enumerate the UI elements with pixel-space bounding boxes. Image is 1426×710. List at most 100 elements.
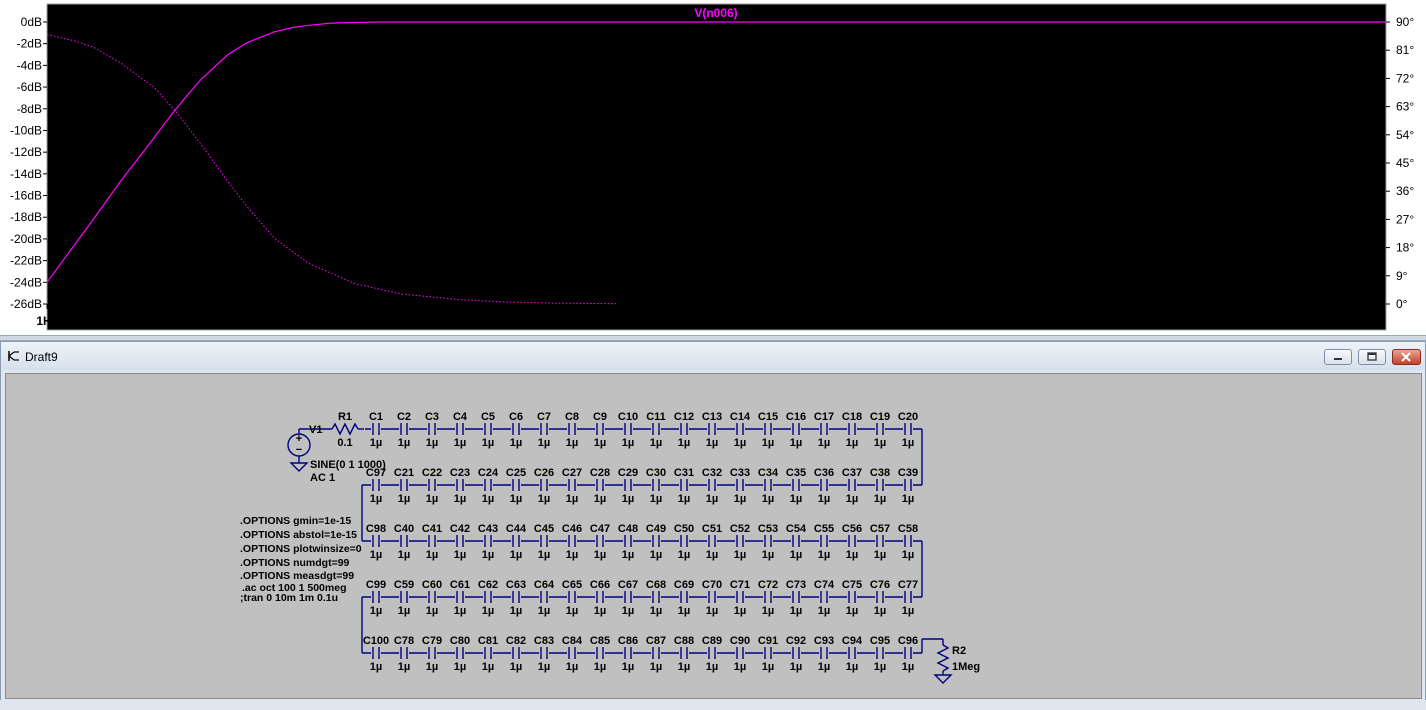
capacitor-value: 1µ: [426, 605, 438, 617]
schematic-window[interactable]: Draft9 C1 1µ C2 1µ C3 1µ C4 1µ C5 1µ C6 1µ C7 1µ C8 1µ C…: [0, 341, 1426, 710]
capacitor-value: 1µ: [622, 437, 634, 449]
capacitor-value: 1µ: [734, 437, 746, 449]
capacitor-name: C68: [646, 579, 666, 591]
capacitor-name: C69: [674, 579, 694, 591]
capacitor-value: 1µ: [846, 437, 858, 449]
trace-legend-label: V(n006): [694, 6, 737, 20]
x-tick-label: 10KHz: [644, 314, 681, 328]
restore-icon: [1367, 352, 1377, 361]
capacitor-name: C64: [534, 579, 555, 591]
y-left-tick-label: -14dB: [10, 167, 42, 181]
window-title: Draft9: [25, 350, 58, 364]
capacitor-value: 1µ: [678, 605, 690, 617]
x-tick-label: 1MHz: [955, 314, 986, 328]
capacitor-name: C85: [590, 635, 610, 647]
spice-directive: .OPTIONS abstol=1e-15: [240, 529, 357, 541]
capacitor-value: 1µ: [538, 493, 550, 505]
capacitor-value: 1µ: [874, 493, 886, 505]
capacitor-value: 1µ: [734, 661, 746, 673]
capacitor-name: C55: [814, 523, 834, 535]
bode-plot[interactable]: 0dB -2dB -4dB -6dB -8dB -10dB -12dB -14dB -16dB -…: [0, 0, 1426, 335]
capacitor-value: 1µ: [454, 549, 466, 561]
y-left-tick-label: -18dB: [10, 210, 42, 224]
capacitor-name: C17: [814, 411, 834, 423]
capacitor-name: C34: [758, 467, 779, 479]
capacitor-name: C23: [450, 467, 470, 479]
y-left-tick-label: -12dB: [10, 145, 42, 159]
capacitor-name: C70: [702, 579, 722, 591]
y-right-tick-label: 81°: [1396, 43, 1414, 57]
capacitor-value: 1µ: [566, 605, 578, 617]
schematic-titlebar[interactable]: Draft9: [1, 342, 1425, 370]
x-tick-label: 10MHz: [1105, 314, 1143, 328]
capacitor-name: C51: [702, 523, 722, 535]
waveform-viewer[interactable]: 0dB -2dB -4dB -6dB -8dB -10dB -12dB -14dB -16dB -…: [0, 0, 1426, 335]
capacitor-name: C94: [842, 635, 863, 647]
resistor-name: R2: [952, 645, 966, 657]
capacitor-name: C57: [870, 523, 890, 535]
capacitor-name: C75: [842, 579, 862, 591]
source-minus-sign: −: [296, 444, 302, 456]
capacitor-name: C78: [394, 635, 414, 647]
capacitor-value: 1µ: [370, 605, 382, 617]
capacitor-value: 1µ: [482, 605, 494, 617]
schematic-canvas[interactable]: C1 1µ C2 1µ C3 1µ C4 1µ C5 1µ C6 1µ C7 1µ C8 1µ C9 1µ C10 1…: [5, 373, 1422, 699]
capacitor-value: 1µ: [678, 549, 690, 561]
capacitor-name: C43: [478, 523, 498, 535]
x-tick-label: 10Hz: [187, 314, 215, 328]
capacitor-name: C66: [590, 579, 610, 591]
capacitor-value: 1µ: [566, 661, 578, 673]
capacitor-name: C22: [422, 467, 442, 479]
capacitor-name: C25: [506, 467, 526, 479]
spice-directive: .OPTIONS plotwinsize=0: [240, 543, 362, 555]
capacitor-value: 1µ: [902, 549, 914, 561]
capacitor-name: C6: [509, 411, 523, 423]
capacitor-value: 1µ: [510, 661, 522, 673]
x-tick-label: 100Hz: [338, 314, 373, 328]
capacitor-name: C48: [618, 523, 638, 535]
capacitor-name: C98: [366, 523, 386, 535]
capacitor-name: C44: [506, 523, 527, 535]
capacitor-name: C61: [450, 579, 470, 591]
capacitor-name: C58: [898, 523, 918, 535]
capacitor-value: 1µ: [398, 661, 410, 673]
capacitor-value: 1µ: [818, 661, 830, 673]
capacitor-name: C52: [730, 523, 750, 535]
capacitor-value: 1µ: [678, 493, 690, 505]
capacitor-value: 1µ: [594, 549, 606, 561]
capacitor-name: C47: [590, 523, 610, 535]
capacitor-name: C100: [363, 635, 389, 647]
close-button[interactable]: [1392, 349, 1421, 365]
capacitor-name: C91: [758, 635, 778, 647]
capacitor-name: C87: [646, 635, 666, 647]
capacitor-value: 1µ: [706, 605, 718, 617]
capacitor-value: 1µ: [902, 493, 914, 505]
y-left-tick-label: -4dB: [17, 58, 42, 72]
capacitor-value: 1µ: [818, 437, 830, 449]
schematic-drawing[interactable]: C1 1µ C2 1µ C3 1µ C4 1µ C5 1µ C6 1µ C7 1µ C8 1µ C9 1µ C10 1…: [6, 374, 1421, 698]
source-value: SINE(0 1 1000): [310, 459, 386, 471]
capacitor-name: C89: [702, 635, 722, 647]
capacitor-name: C5: [481, 411, 495, 423]
y-right-tick-label: 90°: [1396, 15, 1414, 29]
capacitor-name: C39: [898, 467, 918, 479]
x-tick-label: 100KHz: [795, 314, 838, 328]
y-right-tick-label: 18°: [1396, 241, 1414, 255]
y-left-tick-label: -20dB: [10, 232, 42, 246]
capacitor-value: 1µ: [678, 437, 690, 449]
capacitor-name: C59: [394, 579, 414, 591]
y-right-tick-label: 63°: [1396, 100, 1414, 114]
minimize-button[interactable]: [1324, 349, 1352, 365]
capacitor-name: C13: [702, 411, 722, 423]
capacitor-name: C29: [618, 467, 638, 479]
x-tick-label: 100MHz: [1256, 314, 1301, 328]
capacitor-value: 1µ: [370, 493, 382, 505]
spice-directive: ;tran 0 10m 1m 0.1u: [240, 592, 338, 604]
capacitor-name: C86: [618, 635, 638, 647]
capacitor-name: C92: [786, 635, 806, 647]
capacitor-name: C83: [534, 635, 554, 647]
capacitor-value: 1µ: [370, 437, 382, 449]
y-left-tick-label: -10dB: [10, 123, 42, 137]
maximize-button[interactable]: [1358, 349, 1386, 365]
capacitor-name: C10: [618, 411, 638, 423]
